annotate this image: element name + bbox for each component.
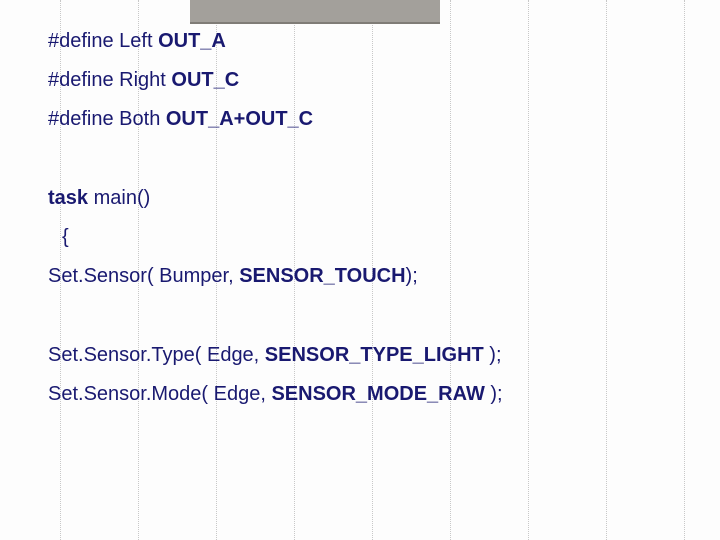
text-bold-segment: OUT_A+OUT_C bbox=[166, 108, 313, 130]
code-line-7: Set.Sensor.Type( Edge, SENSOR_TYPE_LIGHT… bbox=[48, 344, 690, 367]
text-bold-segment: OUT_A bbox=[158, 30, 226, 52]
text-segment: #define Right bbox=[48, 69, 171, 91]
text-segment: ); bbox=[484, 344, 502, 366]
text-bold-segment: SENSOR_MODE_RAW bbox=[271, 383, 484, 405]
code-content: #define Left OUT_A #define Right OUT_C #… bbox=[48, 30, 690, 422]
code-line-5: { bbox=[62, 226, 690, 249]
code-line-6: Set.Sensor( Bumper, SENSOR_TOUCH); bbox=[48, 265, 690, 288]
text-segment: ); bbox=[485, 383, 503, 405]
text-bold-segment: SENSOR_TOUCH bbox=[239, 265, 405, 287]
blank-gap bbox=[48, 147, 690, 187]
text-segment: Set.Sensor.Type( Edge, bbox=[48, 344, 265, 366]
code-line-4: task main() bbox=[48, 187, 690, 210]
text-bold-segment: SENSOR_TYPE_LIGHT bbox=[265, 344, 484, 366]
text-bold-segment: task bbox=[48, 187, 88, 209]
text-segment: #define Both bbox=[48, 108, 166, 130]
slide: #define Left OUT_A #define Right OUT_C #… bbox=[0, 0, 720, 540]
code-line-3: #define Both OUT_A+OUT_C bbox=[48, 108, 690, 131]
text-segment: #define Left bbox=[48, 30, 158, 52]
text-bold-segment: OUT_C bbox=[171, 69, 239, 91]
text-segment: Set.Sensor.Mode( Edge, bbox=[48, 383, 271, 405]
text-segment: { bbox=[62, 226, 69, 248]
code-line-1: #define Left OUT_A bbox=[48, 30, 690, 53]
top-decorative-bar bbox=[190, 0, 440, 24]
code-line-2: #define Right OUT_C bbox=[48, 69, 690, 92]
blank-gap bbox=[48, 304, 690, 344]
text-segment: main() bbox=[88, 187, 150, 209]
text-segment: ); bbox=[406, 265, 418, 287]
text-segment: Set.Sensor( Bumper, bbox=[48, 265, 239, 287]
code-line-8: Set.Sensor.Mode( Edge, SENSOR_MODE_RAW )… bbox=[48, 383, 690, 406]
